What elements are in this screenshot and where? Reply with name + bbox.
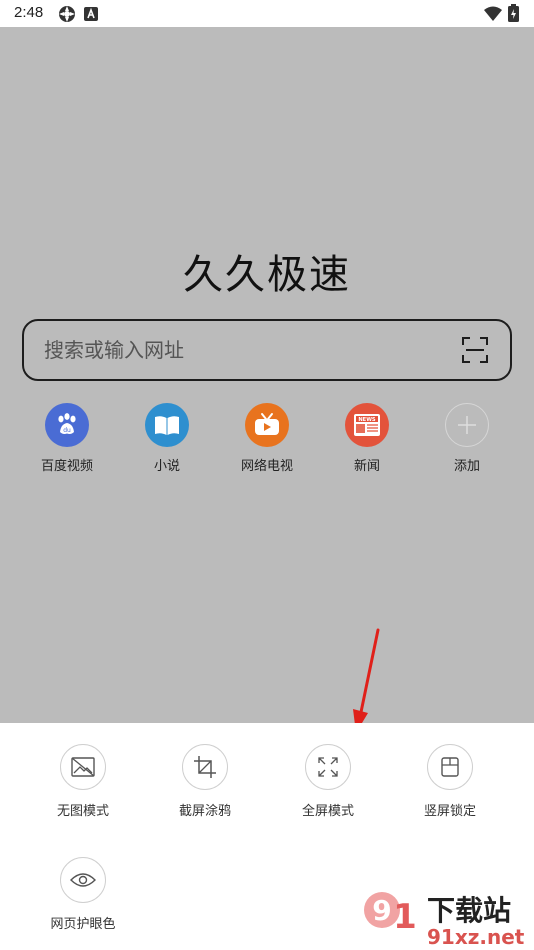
news-icon: NEWS <box>345 403 389 447</box>
shortcut-baidu-video[interactable]: du 百度视频 <box>17 403 117 474</box>
shortcut-label: 网络电视 <box>240 459 293 474</box>
tool-screenshot-doodle[interactable]: 截屏涂鸦 <box>145 744 265 819</box>
tool-eye-protection[interactable]: 网页护眼色 <box>23 857 143 932</box>
app-title: 久久极速 <box>183 252 351 298</box>
tool-label: 无图模式 <box>56 804 109 819</box>
crop-icon <box>182 744 228 790</box>
wifi-icon <box>484 6 502 21</box>
tool-label: 竖屏锁定 <box>423 804 476 819</box>
shortcut-label: 新闻 <box>353 459 380 474</box>
plus-icon <box>445 403 489 447</box>
svg-text:1: 1 <box>393 897 417 937</box>
svg-text:du: du <box>63 427 71 434</box>
shortcut-grid: du 百度视频 小说 网络电视 NEWS 新闻 添加 <box>17 403 517 483</box>
watermark-logo: 9 1 下载站 91xz.net <box>364 892 525 948</box>
svg-text:9: 9 <box>372 894 391 927</box>
shortcut-novel[interactable]: 小说 <box>117 403 217 474</box>
battery-icon <box>508 4 519 22</box>
watermark-91-mark: 9 1 <box>364 892 417 937</box>
search-box[interactable] <box>22 319 512 381</box>
scan-icon[interactable] <box>462 337 488 363</box>
screen-lock-icon <box>427 744 473 790</box>
status-time: 2:48 <box>14 4 44 21</box>
shortcut-label: 小说 <box>153 459 180 474</box>
search-input[interactable] <box>44 335 444 365</box>
fullscreen-icon <box>305 744 351 790</box>
app-notification-icon <box>59 6 75 22</box>
svg-text:NEWS: NEWS <box>358 417 376 423</box>
shortcut-label: 添加 <box>453 459 480 474</box>
tv-icon <box>245 403 289 447</box>
book-icon <box>145 403 189 447</box>
tool-label: 截屏涂鸦 <box>178 804 231 819</box>
tool-no-image-mode[interactable]: 无图模式 <box>23 744 143 819</box>
no-image-icon <box>60 744 106 790</box>
shortcut-network-tv[interactable]: 网络电视 <box>217 403 317 474</box>
tool-label: 全屏模式 <box>301 804 354 819</box>
tool-label: 网页护眼色 <box>50 917 116 932</box>
watermark-domain: 91xz.net <box>427 925 525 948</box>
a-badge-icon <box>84 7 98 21</box>
eye-icon <box>60 857 106 903</box>
baidu-paw-icon: du <box>45 403 89 447</box>
shortcut-news[interactable]: NEWS 新闻 <box>317 403 417 474</box>
watermark-brand: 下载站 <box>427 894 511 927</box>
status-bar: 2:48 <box>0 0 534 27</box>
tool-portrait-lock[interactable]: 竖屏锁定 <box>390 744 510 819</box>
tool-fullscreen-mode[interactable]: 全屏模式 <box>268 744 388 819</box>
shortcut-label: 百度视频 <box>40 459 93 474</box>
shortcut-add[interactable]: 添加 <box>417 403 517 474</box>
